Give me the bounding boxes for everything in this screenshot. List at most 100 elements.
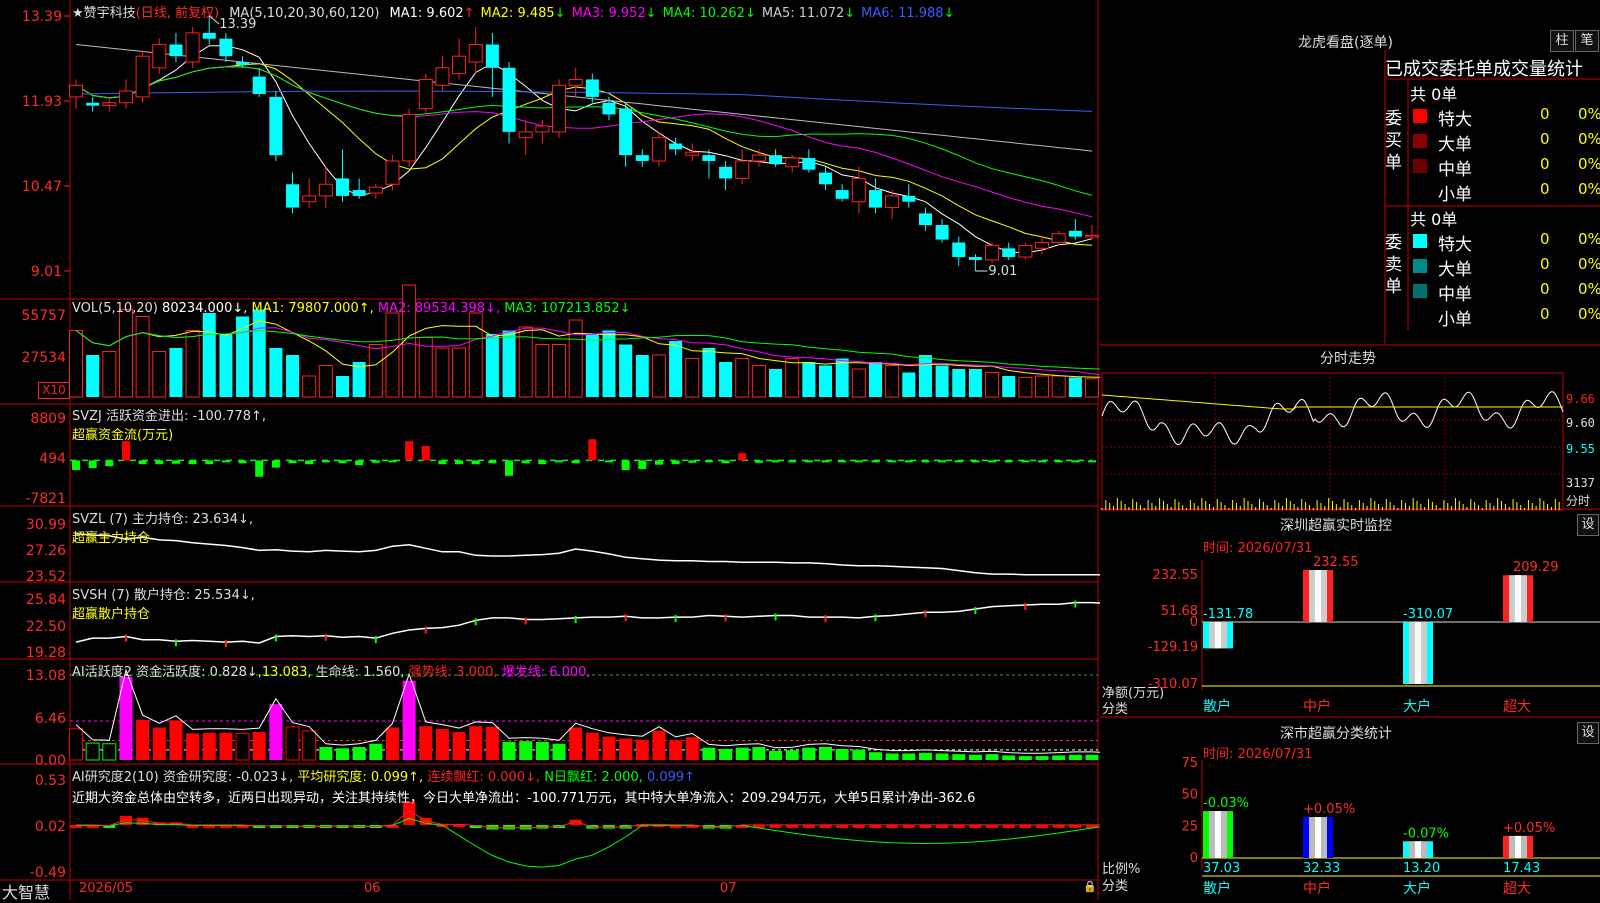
ai1-bar bbox=[419, 726, 433, 760]
vol-header: VOL(5,10,20) 80234.000↓, MA1: 79807.000↑… bbox=[72, 301, 631, 316]
svzj-bar bbox=[121, 441, 130, 461]
monitor-bar bbox=[1203, 622, 1233, 649]
vol-bar bbox=[935, 365, 949, 397]
svzj-header: SVZJ 活跃资金进出: -100.778↑, 超赢资金流(万元) bbox=[72, 405, 266, 443]
lock-icon[interactable]: 🔒 bbox=[1083, 880, 1097, 893]
class-category: 散户 bbox=[1203, 880, 1231, 897]
vol-bar bbox=[185, 330, 200, 398]
order-type-label: 中单 bbox=[1438, 160, 1472, 180]
order-row: 大单 0 0% bbox=[1410, 130, 1600, 155]
svzj-bar bbox=[804, 460, 813, 463]
ai1-bar bbox=[385, 727, 399, 760]
ai1-header: AI活跃度2 资金活跃度: 0.828↓,13.083, 生命线: 1.560,… bbox=[72, 661, 591, 680]
main-chart-canvas[interactable]: 13.3911.9310.479.0113.399.01557572753488… bbox=[0, 0, 1100, 900]
class-settings-button[interactable]: 设 bbox=[1577, 722, 1599, 744]
candle-body bbox=[518, 131, 533, 139]
color-swatch bbox=[1413, 234, 1427, 248]
fenshi-title[interactable]: 分时走势 bbox=[1320, 348, 1376, 368]
ai1-bar bbox=[552, 743, 566, 760]
svzj-bar bbox=[988, 460, 997, 463]
class-bar-shade bbox=[1309, 817, 1327, 858]
monitor-title: 深圳超赢实时监控 bbox=[1280, 518, 1392, 534]
brand-logo[interactable]: 大智慧 bbox=[2, 879, 50, 903]
class-change-label: -0.03% bbox=[1203, 796, 1249, 811]
vol-bar bbox=[318, 365, 333, 398]
color-swatch bbox=[1413, 284, 1427, 298]
ai1-bar bbox=[819, 747, 833, 760]
ai2-last: 0.099↑ bbox=[646, 770, 696, 785]
vol-bar bbox=[669, 341, 683, 397]
stock-name[interactable]: ★赞宇科技 bbox=[72, 6, 136, 21]
class-value-label: 32.33 bbox=[1303, 861, 1340, 876]
vol-bar bbox=[1018, 376, 1033, 398]
bar-mode-button[interactable]: 柱 bbox=[1550, 30, 1574, 52]
order-percent: 0% bbox=[1578, 230, 1600, 248]
sell-label: 委卖单 bbox=[1385, 233, 1402, 297]
class-value-label: 37.03 bbox=[1203, 861, 1240, 876]
svzj-bar bbox=[1054, 460, 1063, 463]
ai1-bar bbox=[269, 704, 283, 760]
class-category: 超大 bbox=[1503, 881, 1531, 897]
monitor-time: 时间: 2026/07/31 bbox=[1203, 541, 1313, 556]
main-chart-header: ★赞宇科技(日线, 前复权) MA(5,10,20,30,60,120) MA1… bbox=[72, 2, 954, 21]
vol-title: VOL(5,10,20) bbox=[72, 301, 158, 316]
candle-body bbox=[1018, 244, 1033, 258]
class-bar-highlight bbox=[1215, 811, 1221, 858]
vol-y-tick: 55757 bbox=[21, 308, 66, 324]
vol-bar bbox=[1035, 375, 1050, 398]
svzj-bar bbox=[505, 460, 514, 476]
ai1-bar bbox=[402, 680, 416, 760]
vol-bar bbox=[868, 362, 882, 397]
vol-bar bbox=[902, 372, 916, 397]
candle-body bbox=[968, 257, 982, 260]
color-swatch bbox=[1413, 159, 1427, 173]
svzj-bar bbox=[171, 460, 180, 464]
candle-body bbox=[485, 44, 499, 68]
svzj-bar bbox=[938, 460, 947, 463]
svzl-title: SVZL (7) 主力持仓: 23.634↓, bbox=[72, 512, 253, 527]
monitor-bar-shade bbox=[1309, 570, 1327, 622]
svzj-bar bbox=[355, 460, 364, 466]
monitor-bar-highlight bbox=[1315, 570, 1321, 622]
ai2-bar bbox=[786, 825, 799, 828]
order-percent: 0% bbox=[1578, 105, 1600, 123]
vol-bar bbox=[302, 375, 317, 398]
ai2-y-tick: 0.02 bbox=[35, 819, 66, 835]
ai1-bar bbox=[918, 752, 932, 760]
ai2-bar bbox=[836, 825, 849, 828]
monitor-settings-button[interactable]: 设 bbox=[1577, 514, 1599, 536]
order-percent: 0% bbox=[1578, 255, 1600, 273]
monitor-value-label: 209.29 bbox=[1513, 560, 1559, 575]
candle-body bbox=[568, 78, 583, 86]
candle-body bbox=[1002, 248, 1016, 258]
svzj-bar bbox=[738, 453, 747, 461]
ai2-avg: 平均研究度: 0.099↑, bbox=[297, 770, 424, 785]
monitor-category: 中户 bbox=[1303, 698, 1331, 715]
svzj-bar bbox=[971, 460, 980, 463]
vol-bar bbox=[635, 355, 649, 397]
vol-bar bbox=[751, 365, 766, 398]
svzj-bar bbox=[1004, 460, 1013, 463]
ai1-bar bbox=[802, 747, 816, 760]
tick-mode-button[interactable]: 笔 bbox=[1575, 30, 1599, 52]
ma5-value: MA5: 11.072↓ bbox=[761, 6, 856, 21]
svzj-bar bbox=[188, 460, 197, 465]
xaxis-label-3: 07 bbox=[720, 881, 737, 896]
monitor-category: 超大 bbox=[1503, 699, 1531, 715]
ai1-bar bbox=[202, 732, 216, 760]
ai1-bar bbox=[835, 748, 849, 760]
svzj-bar bbox=[221, 460, 230, 463]
ai1-bar bbox=[252, 732, 266, 760]
ai1-bar bbox=[868, 752, 882, 760]
vol-bar bbox=[135, 316, 150, 398]
candle-body bbox=[851, 177, 866, 203]
fenshi-vol: 3137 bbox=[1566, 476, 1595, 490]
fenshi-tick-2: 9.60 bbox=[1566, 416, 1595, 430]
ai1-bar bbox=[469, 726, 483, 760]
order-type-label: 小单 bbox=[1438, 310, 1472, 330]
vol-bar bbox=[86, 355, 100, 397]
vol-bar bbox=[851, 368, 866, 398]
sell-total: 共 0单 bbox=[1410, 210, 1458, 229]
order-percent: 0% bbox=[1578, 180, 1600, 198]
svzl-y-tick: 27.26 bbox=[26, 543, 66, 559]
